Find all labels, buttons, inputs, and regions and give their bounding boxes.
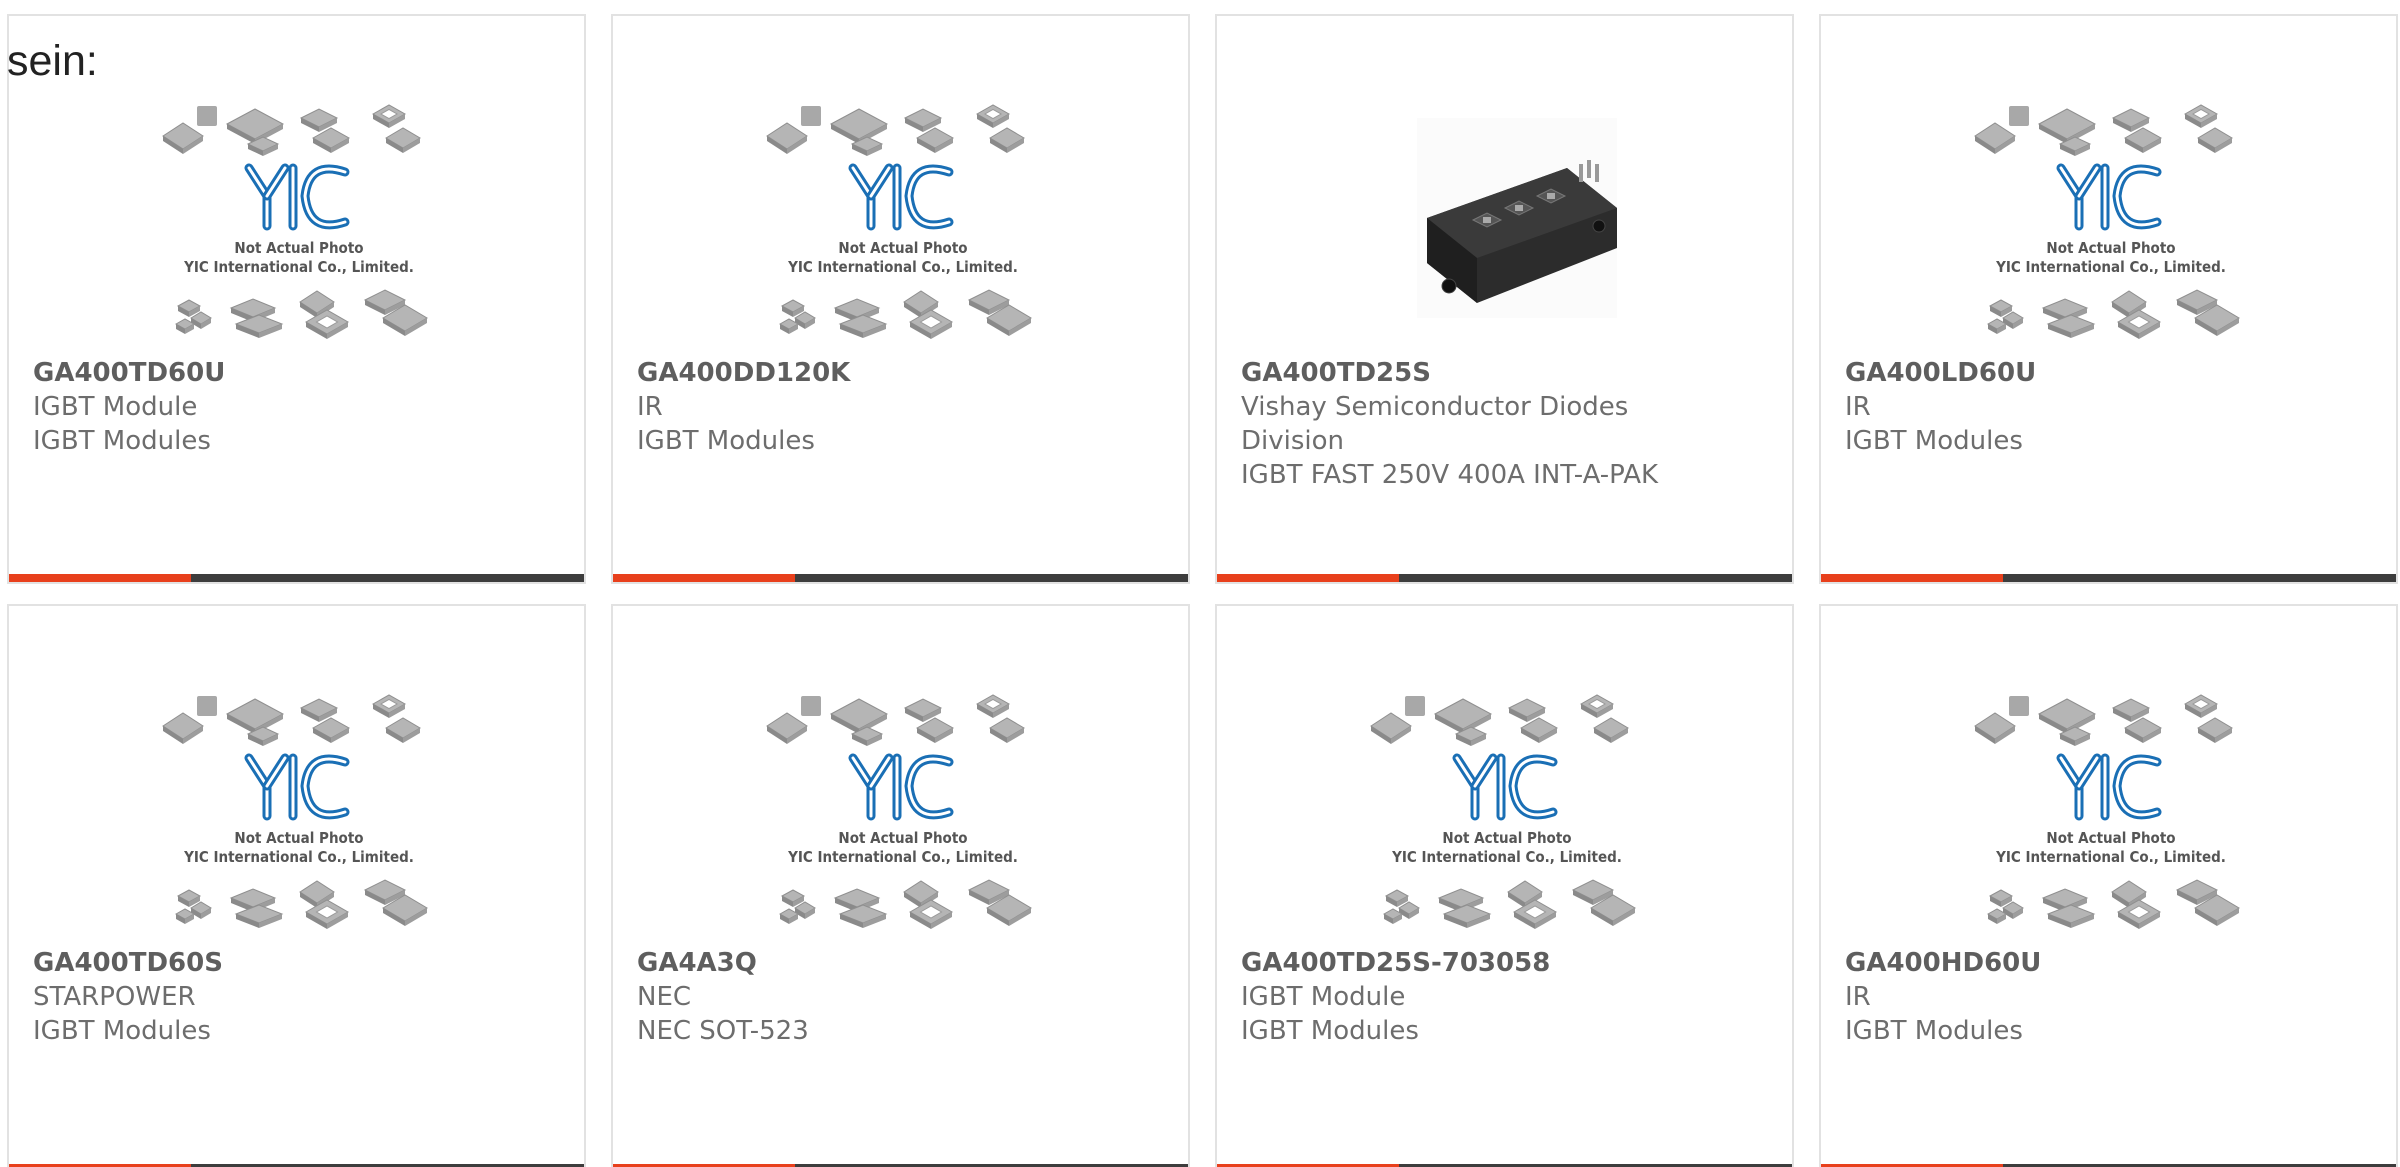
product-manufacturer: IR: [1845, 982, 1871, 1012]
yic-logo: [244, 753, 350, 821]
product-info: GA400TD25S-703058 IGBT Module IGBT Modules: [1241, 946, 1768, 1048]
part-number-link[interactable]: GA400TD25S-703058: [1241, 946, 1768, 980]
placeholder-image: Not Actual PhotoYIC International Co., L…: [766, 104, 1032, 339]
product-description: IGBT Modules: [33, 426, 211, 456]
product-thumbnail[interactable]: Not Actual Photo YIC International Co., L…: [159, 98, 439, 343]
placeholder-caption-1: Not Actual Photo: [838, 239, 967, 257]
product-grid: Not Actual Photo YIC International Co., L…: [7, 14, 2400, 1167]
part-number-link[interactable]: GA4A3Q: [637, 946, 1164, 980]
placeholder-image: Not Actual PhotoYIC International Co., L…: [1974, 104, 2240, 339]
product-thumbnail[interactable]: Not Actual Photo YIC International Co., L…: [763, 688, 1043, 933]
product-card[interactable]: Not Actual Photo YIC International Co., L…: [1819, 604, 2398, 1167]
yic-logo: [848, 163, 954, 231]
product-manufacturer: IGBT Module: [33, 392, 198, 422]
placeholder-caption-1: Not Actual Photo: [234, 239, 363, 257]
placeholder-image: Not Actual PhotoYIC International Co., L…: [1974, 694, 2240, 929]
product-info: GA400DD120K IR IGBT Modules: [637, 356, 1164, 458]
placeholder-caption-2: YIC International Co., Limited.: [1391, 848, 1622, 866]
product-description: IGBT Modules: [637, 426, 815, 456]
placeholder-caption-1: Not Actual Photo: [2046, 829, 2175, 847]
yic-logo: [848, 753, 954, 821]
product-thumbnail[interactable]: Not Actual Photo YIC International Co., L…: [1367, 688, 1647, 933]
product-info: GA400LD60U IR IGBT Modules: [1845, 356, 2372, 458]
placeholder-caption-1: Not Actual Photo: [838, 829, 967, 847]
card-accent-bar: [1821, 574, 2003, 582]
product-description: IGBT Modules: [1845, 1016, 2023, 1046]
placeholder-caption-2: YIC International Co., Limited.: [1995, 258, 2226, 276]
product-card[interactable]: Not Actual Photo YIC International Co., L…: [7, 604, 586, 1167]
part-number-link[interactable]: GA400TD25S: [1241, 356, 1768, 390]
igbt-module-photo: [1417, 118, 1617, 318]
product-list-page: sein: Not Actual Photo YIC International …: [0, 0, 2400, 1167]
yic-logo: [2056, 163, 2162, 231]
product-description: NEC SOT-523: [637, 1016, 809, 1046]
product-card[interactable]: Not Actual Photo YIC International Co., L…: [611, 14, 1190, 584]
product-info: GA400TD60S STARPOWER IGBT Modules: [33, 946, 560, 1048]
product-info: GA400HD60U IR IGBT Modules: [1845, 946, 2372, 1048]
part-number-link[interactable]: GA400DD120K: [637, 356, 1164, 390]
product-thumbnail[interactable]: Not Actual Photo YIC International Co., L…: [159, 688, 439, 933]
placeholder-caption-2: YIC International Co., Limited.: [183, 258, 414, 276]
placeholder-caption-1: Not Actual Photo: [2046, 239, 2175, 257]
placeholder-image: Not Actual PhotoYIC International Co., L…: [1370, 694, 1636, 929]
product-card[interactable]: Not Actual Photo YIC International Co., L…: [611, 604, 1190, 1167]
product-card[interactable]: Not Actual Photo YIC International Co., L…: [1215, 604, 1794, 1167]
product-manufacturer: NEC: [637, 982, 692, 1012]
placeholder-caption-2: YIC International Co., Limited.: [183, 848, 414, 866]
product-card[interactable]: GA400TD25S Vishay Semiconductor Diodes Div…: [1215, 14, 1794, 584]
card-accent-bar: [1217, 574, 1399, 582]
product-thumbnail[interactable]: Not Actual Photo YIC International Co., L…: [763, 98, 1043, 343]
card-bottom-bar: [613, 574, 1188, 582]
product-card[interactable]: Not Actual Photo YIC International Co., L…: [1819, 14, 2398, 584]
product-description: IGBT Modules: [1241, 1016, 1419, 1046]
product-manufacturer: STARPOWER: [33, 982, 196, 1012]
product-thumbnail[interactable]: Not Actual Photo YIC International Co., L…: [1971, 98, 2251, 343]
product-description: IGBT Modules: [1845, 426, 2023, 456]
product-manufacturer: Division: [1241, 426, 1345, 456]
part-number-link[interactable]: GA400LD60U: [1845, 356, 2372, 390]
section-heading: sein:: [7, 37, 98, 85]
product-description: IGBT Modules: [33, 1016, 211, 1046]
product-card[interactable]: Not Actual Photo YIC International Co., L…: [7, 14, 586, 584]
product-manufacturer: IGBT Module: [1241, 982, 1406, 1012]
product-info: GA4A3Q NEC NEC SOT-523: [637, 946, 1164, 1048]
product-thumbnail[interactable]: Not Actual Photo YIC International Co., L…: [1971, 688, 2251, 933]
card-bottom-bar: [1217, 574, 1792, 582]
part-number-link[interactable]: GA400TD60U: [33, 356, 560, 390]
card-bottom-bar: [1821, 574, 2396, 582]
placeholder-caption-2: YIC International Co., Limited.: [787, 848, 1018, 866]
placeholder-caption-1: Not Actual Photo: [234, 829, 363, 847]
product-description: IGBT FAST 250V 400A INT-A-PAK: [1241, 460, 1659, 490]
placeholder-image: Not Actual PhotoYIC International Co., L…: [766, 694, 1032, 929]
card-bottom-bar: [9, 574, 584, 582]
placeholder-caption-1: Not Actual Photo: [1442, 829, 1571, 847]
placeholder-caption-2: YIC International Co., Limited.: [1995, 848, 2226, 866]
yic-logo: [1452, 753, 1558, 821]
part-number-link[interactable]: GA400TD60S: [33, 946, 560, 980]
placeholder-image: Not Actual PhotoYIC International Co., L…: [162, 694, 428, 929]
placeholder-caption-2: YIC International Co., Limited.: [787, 258, 1018, 276]
product-thumbnail[interactable]: [1367, 98, 1647, 343]
yic-logo: [244, 163, 350, 231]
placeholder-image: Not Actual PhotoYIC International Co., L…: [162, 104, 428, 339]
part-number-link[interactable]: GA400HD60U: [1845, 946, 2372, 980]
card-accent-bar: [613, 574, 795, 582]
product-info: GA400TD25S Vishay Semiconductor Diodes Div…: [1241, 356, 1768, 492]
product-manufacturer: IR: [637, 392, 663, 422]
yic-logo: [2056, 753, 2162, 821]
product-info: GA400TD60U IGBT Module IGBT Modules: [33, 356, 560, 458]
card-accent-bar: [9, 574, 191, 582]
product-manufacturer: Vishay Semiconductor Diodes: [1241, 392, 1629, 422]
product-manufacturer: IR: [1845, 392, 1871, 422]
